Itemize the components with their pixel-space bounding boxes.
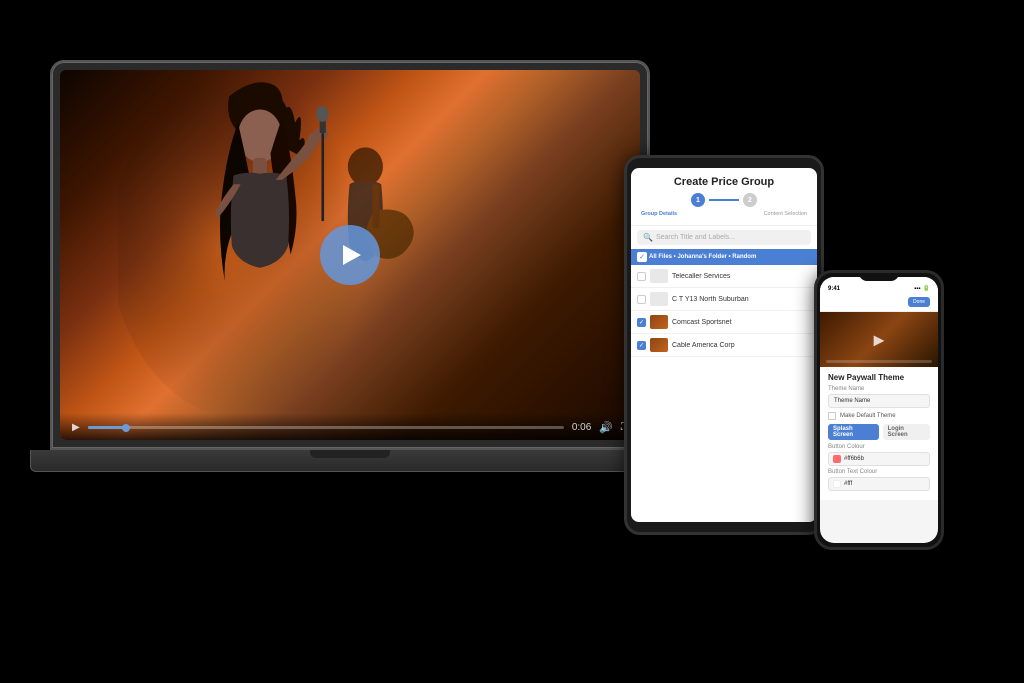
tablet-content: Create Price Group 1 2 Group Details Con… <box>631 168 817 522</box>
phone-video-thumbnail <box>820 312 938 367</box>
volume-icon[interactable]: 🔊 <box>599 421 613 434</box>
button-colour-label: Button Colour <box>828 444 930 450</box>
tablet-screen: Create Price Group 1 2 Group Details Con… <box>631 168 817 522</box>
button-colour-swatch <box>833 455 841 463</box>
laptop-device: ▶ 0:06 🔊 ⛶ <box>50 60 670 580</box>
progress-fill <box>88 426 126 429</box>
file-checkbox-4[interactable] <box>637 341 646 350</box>
step-1: 1 <box>691 193 705 207</box>
play-button[interactable] <box>320 225 380 285</box>
phone-device: 9:41 ▪▪▪ 🔋 Done New Paywall Theme Theme … <box>814 270 944 550</box>
tab-splash-screen[interactable]: Splash Screen <box>828 424 879 440</box>
step-2: 2 <box>743 193 757 207</box>
file-icon-2 <box>650 292 668 306</box>
done-button[interactable]: Done <box>908 297 930 307</box>
status-time: 9:41 <box>828 286 840 292</box>
phone-header-bar: Done <box>820 295 938 312</box>
tablet-title: Create Price Group <box>635 176 813 189</box>
button-text-colour-label: Button Text Colour <box>828 469 930 475</box>
theme-name-input[interactable]: Theme Name <box>828 394 930 408</box>
time-display: 0:06 <box>572 422 591 433</box>
search-placeholder: Search Title and Labels... <box>656 234 735 241</box>
button-colour-value: #ff6b6b <box>844 456 864 462</box>
phone-notch <box>859 273 899 281</box>
search-icon: 🔍 <box>643 233 653 242</box>
tab-login-screen[interactable]: Login Screen <box>883 424 930 440</box>
phone-content: New Paywall Theme Theme Name Theme Name … <box>820 367 938 500</box>
file-checkbox-1[interactable] <box>637 272 646 281</box>
file-checkbox-3[interactable] <box>637 318 646 327</box>
laptop-base <box>30 450 670 472</box>
battery-icon: 🔋 <box>923 285 930 292</box>
laptop-notch <box>310 450 390 458</box>
default-theme-checkbox[interactable] <box>828 412 836 420</box>
file-checkbox-2[interactable] <box>637 295 646 304</box>
file-item[interactable]: Comcast Sportsnet <box>631 311 817 334</box>
breadcrumb-bar: ✓ All Files • Johanna's Folder • Random <box>631 249 817 265</box>
play-icon[interactable]: ▶ <box>72 422 80 433</box>
phone-video-progress <box>826 360 932 363</box>
step-line <box>709 199 739 201</box>
tablet-header: Create Price Group 1 2 Group Details Con… <box>631 168 817 226</box>
phone-tab-row: Splash Screen Login Screen <box>828 424 930 440</box>
main-scene: ▶ 0:06 🔊 ⛶ <box>0 0 1024 683</box>
file-name-4: Cable America Corp <box>672 342 811 349</box>
file-icon-4 <box>650 338 668 352</box>
step-2-label: Content Selection <box>764 211 807 217</box>
laptop-screen: ▶ 0:06 🔊 ⛶ <box>60 70 640 440</box>
progress-dot <box>122 424 130 432</box>
phone-section-title: New Paywall Theme <box>828 373 930 382</box>
default-theme-label: Make Default Theme <box>840 413 896 419</box>
phone-screen: 9:41 ▪▪▪ 🔋 Done New Paywall Theme Theme … <box>820 277 938 543</box>
file-icon-1 <box>650 269 668 283</box>
signal-icon: ▪▪▪ <box>914 286 920 292</box>
file-item[interactable]: C T Y13 North Suburban <box>631 288 817 311</box>
step-labels: Group Details Content Selection <box>635 211 813 221</box>
theme-name-label: Theme Name <box>828 386 930 392</box>
file-item[interactable]: Telecaller Services <box>631 265 817 288</box>
laptop-body: ▶ 0:06 🔊 ⛶ <box>50 60 650 450</box>
file-name-3: Comcast Sportsnet <box>672 319 811 326</box>
button-text-colour-swatch <box>833 480 841 488</box>
video-player[interactable]: ▶ 0:06 🔊 ⛶ <box>60 70 640 440</box>
breadcrumb-text: All Files • Johanna's Folder • Random <box>649 254 756 260</box>
button-text-colour-value: #fff <box>844 481 852 487</box>
default-theme-row: Make Default Theme <box>828 412 930 420</box>
file-item[interactable]: Cable America Corp <box>631 334 817 357</box>
button-colour-field[interactable]: #ff6b6b <box>828 452 930 466</box>
video-controls: ▶ 0:06 🔊 ⛶ <box>60 413 640 440</box>
button-text-colour-field[interactable]: #fff <box>828 477 930 491</box>
progress-bar[interactable] <box>88 426 564 429</box>
tablet-device: Create Price Group 1 2 Group Details Con… <box>624 155 824 535</box>
file-name-1: Telecaller Services <box>672 273 811 280</box>
singer-figure <box>118 70 437 422</box>
step-indicator: 1 2 <box>635 189 813 211</box>
status-icons: ▪▪▪ 🔋 <box>914 285 930 292</box>
file-name-2: C T Y13 North Suburban <box>672 296 811 303</box>
step-1-label: Group Details <box>641 211 677 217</box>
file-icon-3 <box>650 315 668 329</box>
breadcrumb-check[interactable]: ✓ <box>637 252 647 262</box>
search-bar[interactable]: 🔍 Search Title and Labels... <box>637 230 811 245</box>
file-list: Telecaller Services C T Y13 North Suburb… <box>631 265 817 522</box>
